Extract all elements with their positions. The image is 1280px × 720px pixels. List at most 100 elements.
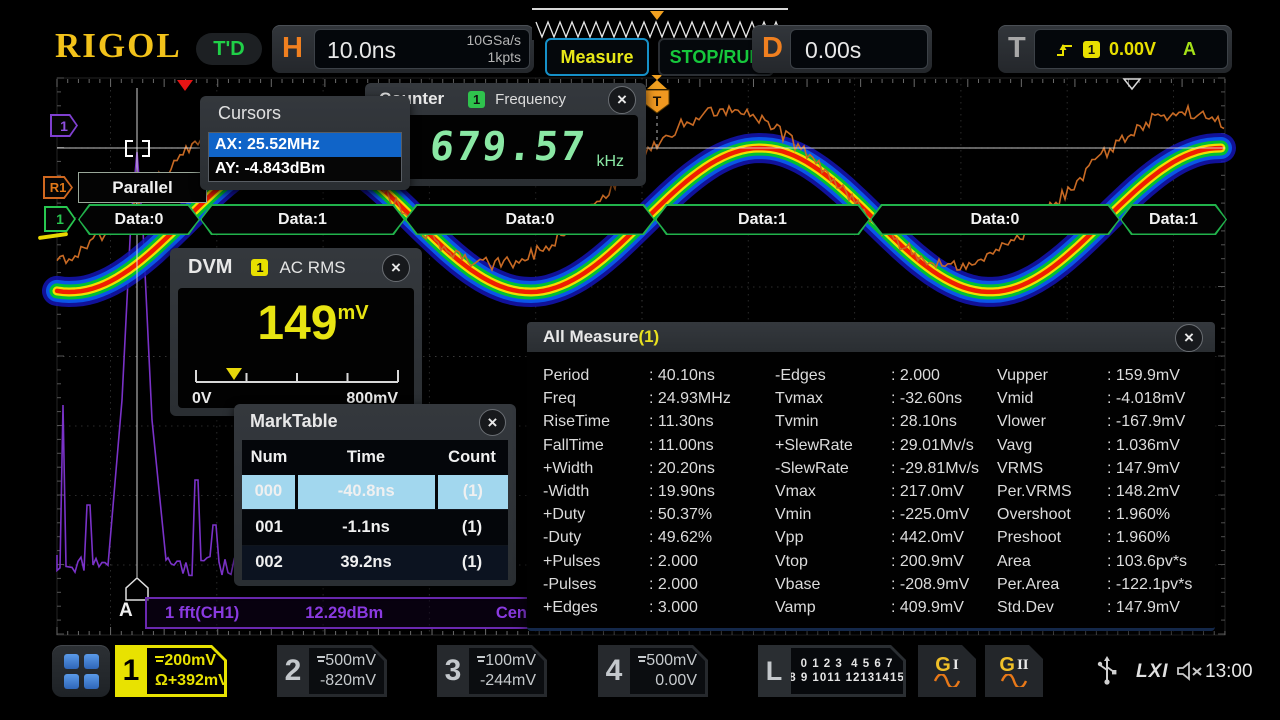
dvm-display: 149 mV 0V 800mV <box>178 288 414 408</box>
cursors-title: Cursors <box>218 103 281 124</box>
timebase-value: 10.0ns <box>327 37 396 64</box>
measure-item: Vupper: 159.9mV <box>997 364 1215 387</box>
marktable-cell: -1.1ns <box>296 518 436 537</box>
bus-segment: Data:1 <box>1120 204 1227 235</box>
menu-grid-icon[interactable] <box>52 645 110 697</box>
counter-close-icon[interactable]: × <box>608 86 636 114</box>
measure-item: Vmax: 217.0mV <box>775 480 997 503</box>
all-measure-close-icon[interactable]: × <box>1175 324 1203 352</box>
measure-item: +Width: 20.20ns <box>543 457 775 480</box>
channel-1-button[interactable]: 1200mVΩ+392mV <box>115 645 227 697</box>
all-measure-titlebar: All Measure(1) <box>527 322 1215 352</box>
measure-item: Std.Dev: 147.9mV <box>997 596 1215 619</box>
logic-channel-numbers: 0 1 2 3 4 5 6 7 8 9 1011 12131415 <box>791 648 903 694</box>
dvm-value: 149 <box>257 300 337 348</box>
channel-2-button[interactable]: 2500mV-820mV <box>277 645 387 697</box>
marktable-row[interactable]: 00239.2ns(1) <box>242 545 508 581</box>
delay-control[interactable]: D 0.00s <box>752 25 932 73</box>
generator-2-button[interactable]: G II <box>985 645 1043 697</box>
measure-item: Tvmax: -32.60ns <box>775 387 997 410</box>
bottom-bar: 1200mVΩ+392mV 2500mV-820mV 3100mV-244mV 450… <box>0 640 1280 720</box>
clock: 13:00 <box>1205 661 1253 683</box>
marktable-title: MarkTable <box>250 411 338 432</box>
measure-item: +Pulses: 2.000 <box>543 550 775 573</box>
cursor-ax-row[interactable]: AX: 25.52MHz <box>209 133 401 157</box>
counter-value: 679.57 <box>428 124 589 170</box>
all-measure-panel: All Measure(1) × Period: 40.10nsFreq: 24… <box>527 322 1215 631</box>
ground-coupling-icon <box>477 656 485 666</box>
ground-coupling-icon <box>638 656 646 666</box>
measure-item: Tvmin: 28.10ns <box>775 410 997 433</box>
measure-item: Preshoot: 1.960% <box>997 526 1215 549</box>
trigger-mode: A <box>1183 39 1196 60</box>
delay-box: 0.00s <box>790 29 928 69</box>
mute-speaker-icon <box>1176 660 1203 682</box>
memory-depth: 1kpts <box>467 49 521 66</box>
lxi-logo: LXI <box>1136 661 1169 683</box>
trigger-control[interactable]: T 1 0.00V A <box>998 25 1232 73</box>
measure-item: +Duty: 50.37% <box>543 503 775 526</box>
generator-1-button[interactable]: G I <box>918 645 976 697</box>
dvm-panel: DVM 1 AC RMS × 149 mV 0V 800mV <box>170 248 422 416</box>
reference-channel-marker[interactable]: R1 <box>43 176 73 199</box>
horizontal-timebase-control[interactable]: H 10.0ns 10GSa/s 1kpts <box>272 25 534 73</box>
logic-label: L <box>758 645 790 697</box>
dvm-scale-pointer <box>226 368 242 380</box>
measure-item: Area: 103.6pv*s <box>997 550 1215 573</box>
counter-unit: kHz <box>596 153 624 171</box>
measure-item: Vamp: 409.9mV <box>775 596 997 619</box>
all-measure-body: Period: 40.10nsFreq: 24.93MHzRiseTime: 1… <box>527 352 1215 628</box>
measure-button[interactable]: Measure <box>545 38 649 76</box>
bus-channel-marker[interactable]: 1 <box>44 206 76 232</box>
marktable-cell: 002 <box>242 553 296 572</box>
cursors-panel: Cursors AX: 25.52MHz AY: -4.843dBm <box>200 96 410 190</box>
measure-item: Vpp: 442.0mV <box>775 526 997 549</box>
bus-segment: Data:0 <box>405 204 655 235</box>
ground-coupling-icon <box>155 656 164 666</box>
marktable-cell: (1) <box>438 475 508 510</box>
measure-item: Vmin: -225.0mV <box>775 503 997 526</box>
marktable-row[interactable]: 000-40.8ns(1) <box>242 475 508 510</box>
marktable-close-icon[interactable]: × <box>479 409 506 436</box>
marktable-row[interactable]: 001-1.1ns(1) <box>242 509 508 545</box>
measure-item: Per.Area: -122.1pv*s <box>997 573 1215 596</box>
fft-center-label: Cen <box>496 604 527 623</box>
cursor-ay-row[interactable]: AY: -4.843dBm <box>209 157 401 181</box>
measure-item: Vbase: -208.9mV <box>775 573 997 596</box>
fft-trace-label: 1 fft(CH1) 12.29dBm Cen <box>145 597 531 629</box>
delay-position-marker <box>1124 79 1140 89</box>
measure-item: VRMS: 147.9mV <box>997 457 1215 480</box>
math-channel-marker[interactable]: 1 <box>50 114 78 137</box>
measure-item: -Edges: 2.000 <box>775 364 997 387</box>
fft-value: 12.29dBm <box>305 604 383 623</box>
logic-channels-button[interactable]: L 0 1 2 3 4 5 6 7 8 9 1011 12131415 <box>758 645 906 697</box>
ground-coupling-icon <box>317 656 325 666</box>
dvm-mode: AC RMS <box>279 258 345 278</box>
marktable-cell: (1) <box>436 553 508 572</box>
delay-value: 0.00s <box>805 37 861 64</box>
dvm-channel-badge: 1 <box>251 259 268 276</box>
measure-item: Per.VRMS: 148.2mV <box>997 480 1215 503</box>
preview-zigzag <box>532 10 788 40</box>
dvm-unit: mV <box>337 302 368 348</box>
bus-segment: Data:0 <box>870 204 1120 235</box>
counter-channel-badge: 1 <box>468 91 485 108</box>
marktable-header: Num Time Count <box>242 440 508 475</box>
measure-item: -Pulses: 2.000 <box>543 573 775 596</box>
svg-text:T: T <box>653 93 662 109</box>
preview-trigger-marker <box>650 11 664 20</box>
channel-4-button[interactable]: 4500mV0.00V <box>598 645 708 697</box>
dvm-close-icon[interactable]: × <box>382 254 410 282</box>
fft-source: 1 fft(CH1) <box>165 604 239 623</box>
usb-icon <box>1096 656 1118 686</box>
channel-3-button[interactable]: 3100mV-244mV <box>437 645 547 697</box>
marktable-cell: 001 <box>242 518 296 537</box>
bus-decode-row: Data:0Data:1Data:0Data:1Data:0Data:1 <box>78 204 1227 235</box>
sine-icon <box>1000 674 1028 687</box>
measure-item: Overshoot: 1.960% <box>997 503 1215 526</box>
rising-edge-icon <box>1055 41 1074 58</box>
delay-label: D <box>762 32 783 65</box>
waveform-preview-strip[interactable] <box>532 8 788 40</box>
measure-item: -SlewRate: -29.81Mv/s <box>775 457 997 480</box>
rigol-logo: RIGOL <box>55 26 182 66</box>
